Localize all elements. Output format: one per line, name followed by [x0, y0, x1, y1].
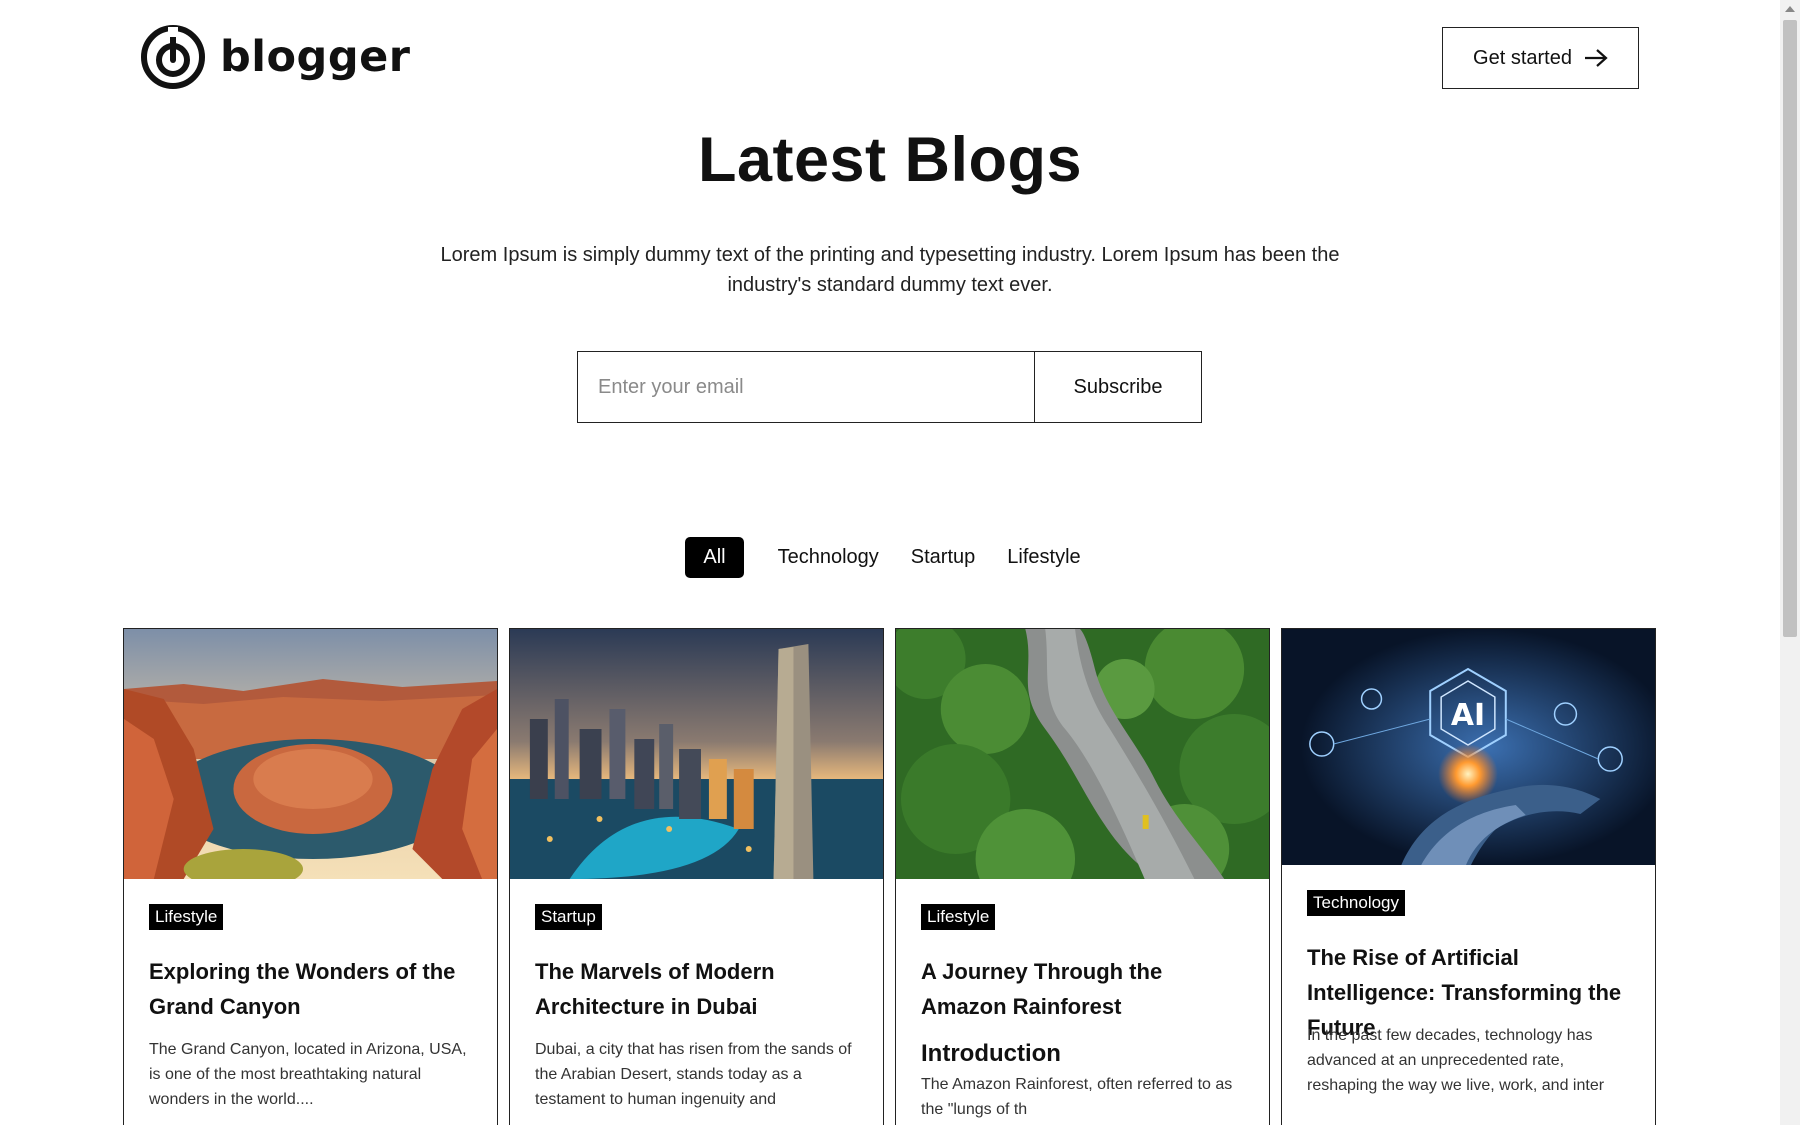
get-started-label: Get started — [1473, 46, 1572, 69]
filter-startup[interactable]: Startup — [897, 537, 989, 578]
card-title[interactable]: Exploring the Wonders of the Grand Canyo… — [149, 954, 479, 1024]
hero-description: Lorem Ipsum is simply dummy text of the … — [440, 244, 1340, 296]
card-excerpt: In the past few decades, technology has … — [1307, 1027, 1605, 1094]
blog-card[interactable]: Lifestyle Exploring the Wonders of the G… — [123, 628, 498, 1125]
filter-technology[interactable]: Technology — [764, 537, 893, 578]
card-excerpt: The Amazon Rainforest, often referred to… — [921, 1076, 1233, 1118]
card-excerpt: Dubai, a city that has risen from the sa… — [535, 1041, 852, 1108]
grand-canyon-image — [124, 629, 497, 879]
page-title: Latest Blogs — [697, 125, 1083, 195]
filter-lifestyle[interactable]: Lifestyle — [993, 537, 1094, 578]
blog-card[interactable]: Startup The Marvels of Modern Architectu… — [509, 628, 884, 1125]
arrow-right-icon — [1584, 49, 1608, 67]
page-scrollbar[interactable] — [1780, 0, 1800, 1125]
dubai-image — [510, 629, 883, 879]
card-excerpt: The Grand Canyon, located in Arizona, US… — [149, 1041, 467, 1108]
scroll-up-arrow-icon[interactable] — [1785, 6, 1795, 12]
blog-card[interactable]: Lifestyle A Journey Through the Amazon R… — [895, 628, 1270, 1125]
logo[interactable]: blogger — [140, 24, 411, 90]
card-subheading: Introduction — [921, 1040, 1061, 1067]
email-input[interactable] — [578, 352, 1035, 422]
subscribe-button[interactable]: Subscribe — [1035, 352, 1201, 422]
ai-image: AI — [1282, 629, 1655, 865]
category-badge: Startup — [535, 904, 602, 930]
site-header: blogger Get started — [0, 0, 1780, 115]
get-started-button[interactable]: Get started — [1442, 27, 1639, 89]
logo-icon — [141, 25, 205, 89]
category-badge: Lifestyle — [149, 904, 224, 930]
subscribe-form: Subscribe — [577, 351, 1202, 423]
logo-text: blogger — [220, 32, 411, 82]
card-title[interactable]: The Marvels of Modern Architecture in Du… — [535, 954, 865, 1024]
filter-all[interactable]: All — [685, 537, 744, 578]
category-badge: Technology — [1307, 890, 1406, 916]
category-filters: All Technology Startup Lifestyle — [0, 537, 1780, 578]
category-badge: Lifestyle — [921, 904, 996, 930]
card-title[interactable]: A Journey Through the Amazon Rainforest — [921, 954, 1251, 1024]
scrollbar-thumb[interactable] — [1783, 20, 1797, 637]
blog-card[interactable]: AI Technology The Rise of Artificial Int… — [1281, 628, 1656, 1125]
amazon-rainforest-image — [896, 629, 1269, 879]
ai-image-text: AI — [1451, 698, 1485, 733]
